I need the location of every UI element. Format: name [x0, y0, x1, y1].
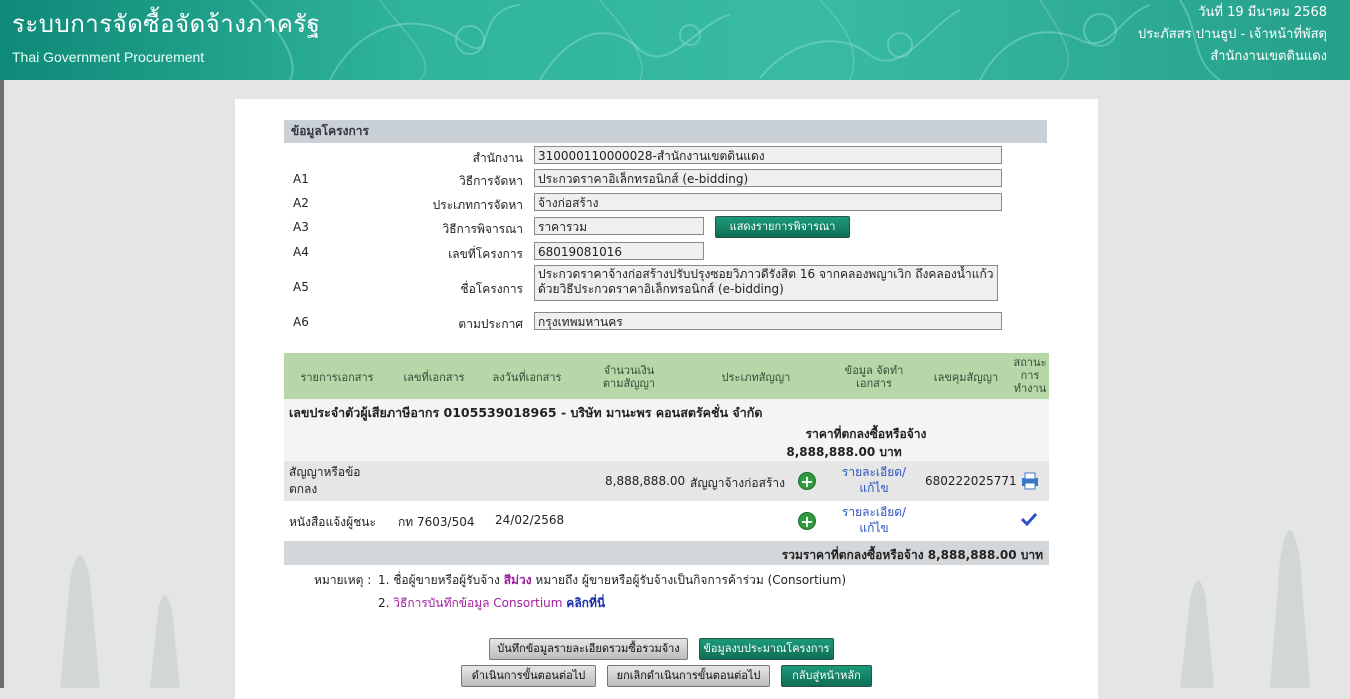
row1-control-no: 680222025771: [925, 474, 1017, 488]
agreed-price-label: ราคาที่ตกลงซื้อหรือจ้าง: [805, 427, 927, 441]
office-name: สำนักงานเขตดินแดง: [1210, 49, 1327, 64]
label-office: สำนักงาน: [472, 151, 523, 165]
show-criteria-button[interactable]: แสดงรายการพิจารณา: [715, 216, 850, 238]
col-doc-number: เลขที่เอกสาร: [403, 371, 465, 384]
note2-text: วิธีการบันทึกข้อมูล Consortium: [393, 596, 563, 610]
home-button[interactable]: กลับสู่หน้าหลัก: [781, 665, 872, 687]
note1-suffix: หมายถึง ผู้ขายหรือผู้รับจ้างเป็นกิจการค้…: [535, 573, 847, 587]
col-doc-date: ลงวันที่เอกสาร: [492, 371, 562, 384]
note-1: 1. ชื่อผู้ขายหรือผู้รับจ้าง สีม่วง หมายถ…: [378, 571, 846, 590]
col-doc-info: ข้อมูล จัดทำเอกสาร: [844, 364, 904, 390]
field-project-name[interactable]: ประกวดราคาจ้างก่อสร้างปรับปรุงซอยวิภาวดี…: [534, 265, 998, 301]
code-a1: A1: [293, 172, 309, 186]
label-announcement: ตามประกาศ: [458, 317, 523, 331]
print-icon[interactable]: [1020, 472, 1040, 490]
col-status: สถานะ การ ทำงาน: [1013, 356, 1047, 395]
user-info: วันที่ 19 มีนาคม 2568 ประภัสสร ปานธูป - …: [1138, 2, 1327, 68]
code-a2: A2: [293, 196, 309, 210]
vendor-line: เลขประจำตัวผู้เสียภาษีอากร 0105539018965…: [289, 405, 763, 420]
row2-document: หนังสือแจ้งผู้ชนะ: [289, 515, 376, 529]
field-announcement[interactable]: กรุงเทพมหานคร: [534, 312, 1002, 330]
label-project-name: ชื่อโครงการ: [460, 282, 523, 296]
current-date: วันที่ 19 มีนาคม 2568: [1198, 5, 1327, 20]
col-document: รายการเอกสาร: [300, 371, 374, 384]
note1-purple-word: สีม่วง: [503, 573, 532, 587]
col-control-no: เลขคุมสัญญา: [933, 371, 999, 384]
note-2: 2. วิธีการบันทึกข้อมูล Consortium คลิกที…: [378, 594, 605, 613]
label-project-number: เลขที่โครงการ: [448, 247, 523, 261]
note2-link[interactable]: คลิกที่นี่: [566, 596, 605, 610]
app-title: ระบบการจัดซื้อจัดจ้างภาครัฐ: [12, 10, 321, 38]
save-joint-purchase-button[interactable]: บันทึกข้อมูลรายละเอียดรวมซื้อรวมจ้าง: [489, 638, 688, 660]
field-procurement-type[interactable]: จ้างก่อสร้าง: [534, 193, 1002, 211]
user-name: ประภัสสร ปานธูป - เจ้าหน้าที่พัสดุ: [1138, 27, 1327, 42]
row1-contract-type: สัญญาจ้างก่อสร้าง: [690, 476, 785, 490]
add-icon[interactable]: +: [798, 472, 816, 490]
row1-document: สัญญาหรือข้อตกลง: [289, 465, 361, 496]
section-title-project: ข้อมูลโครงการ: [284, 120, 1047, 143]
field-office[interactable]: 310000110000028-สำนักงานเขตดินแดง: [534, 146, 1002, 164]
code-a3: A3: [293, 220, 309, 234]
col-amount: จำนวนเงิน ตามสัญญา: [602, 364, 656, 390]
total-line: รวมราคาที่ตกลงซื้อหรือจ้าง 8,888,888.00 …: [781, 548, 1043, 562]
app-subtitle: Thai Government Procurement: [12, 49, 205, 65]
check-icon: [1020, 512, 1038, 527]
next-step-button[interactable]: ดำเนินการขั้นตอนต่อไป: [461, 665, 596, 687]
row2-detail-link[interactable]: รายละเอียด/แก้ไข: [836, 504, 912, 536]
field-procurement-method[interactable]: ประกวดราคาอิเล็กทรอนิกส์ (e-bidding): [534, 169, 1002, 187]
app-header: ระบบการจัดซื้อจัดจ้างภาครัฐ Thai Governm…: [0, 0, 1350, 80]
note1-prefix: 1. ชื่อผู้ขายหรือผู้รับจ้าง: [378, 573, 500, 587]
row1-amount: 8,888,888.00: [605, 474, 686, 488]
cancel-next-step-button[interactable]: ยกเลิกดำเนินการขั้นตอนต่อไป: [607, 665, 770, 687]
field-criteria[interactable]: ราคารวม: [534, 217, 704, 235]
label-procurement-method: วิธีการจัดหา: [459, 174, 523, 188]
row2-doc-date: 24/02/2568: [495, 513, 565, 527]
agreed-price-value: 8,888,888.00 บาท: [786, 445, 902, 459]
col-contract-type: ประเภทสัญญา: [721, 371, 791, 384]
notes-label: หมายเหตุ :: [314, 573, 372, 587]
budget-info-button[interactable]: ข้อมูลงบประมาณโครงการ: [699, 638, 834, 660]
field-project-number[interactable]: 68019081016: [534, 242, 704, 260]
label-procurement-type: ประเภทการจัดหา: [432, 198, 523, 212]
add-icon[interactable]: +: [798, 512, 816, 530]
code-a4: A4: [293, 245, 309, 259]
label-criteria: วิธีการพิจารณา: [442, 222, 523, 236]
row1-detail-link[interactable]: รายละเอียด/แก้ไข: [836, 464, 912, 496]
code-a6: A6: [293, 315, 309, 329]
code-a5: A5: [293, 280, 309, 294]
row2-doc-number: กท 7603/504: [398, 515, 475, 529]
note2-prefix: 2.: [378, 596, 390, 610]
